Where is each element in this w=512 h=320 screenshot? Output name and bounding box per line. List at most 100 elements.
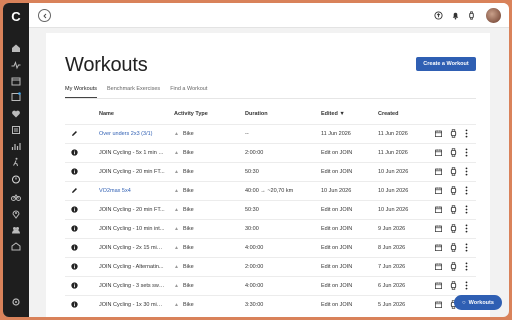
avatar[interactable] [486,8,501,23]
info-icon[interactable] [71,225,78,232]
tab-find-a-workout[interactable]: Find a Workout [170,86,207,98]
send-to-watch-icon[interactable] [450,129,457,138]
library-icon[interactable] [11,125,21,135]
bike-icon: ▲ [174,169,179,175]
send-to-watch-icon[interactable] [450,243,457,252]
app-logo[interactable]: C [9,10,23,24]
table-row[interactable]: JOIN Cycling - 20 min FT... ▲ Bike 50:30 Edi… [65,200,476,219]
location-icon[interactable] [11,209,21,219]
main-panel: Workouts Create a Workout My Workouts Be… [46,33,490,317]
health-icon[interactable] [11,109,21,119]
info-icon[interactable] [71,301,78,308]
table-row[interactable]: JOIN Cycling - Alternatin... ▲ Bike 2:00:00… [65,257,476,276]
info-icon[interactable] [71,168,78,175]
activity-type-label: Bike [182,226,194,232]
send-to-watch-icon[interactable] [450,186,457,195]
chat-icon: ○ [462,299,466,306]
schedule-calendar-icon[interactable] [435,263,442,270]
more-options-icon[interactable] [465,281,468,290]
edited-date: Edit on JOIN [321,169,353,175]
more-options-icon[interactable] [465,205,468,214]
community-icon[interactable] [11,225,21,235]
schedule-calendar-icon[interactable] [435,301,442,308]
more-options-icon[interactable] [465,129,468,138]
table-row[interactable]: JOIN Cycling - 3 sets swe... ▲ Bike 4:00:00… [65,276,476,295]
bike-icon[interactable] [11,192,21,202]
tabs-divider [65,98,476,99]
edited-date: Edit on JOIN [321,245,353,251]
bike-icon: ▲ [174,131,179,137]
send-to-watch-icon[interactable] [450,167,457,176]
more-options-icon[interactable] [465,224,468,233]
column-header-duration[interactable]: Duration [245,111,268,117]
home-icon[interactable] [11,43,21,53]
table-row[interactable]: JOIN Cycling - 10 min int... ▲ Bike 30:00 Ed… [65,219,476,238]
tab-benchmark-exercises[interactable]: Benchmark Exercises [107,86,160,98]
activity-type-label: Bike [182,150,194,156]
more-options-icon[interactable] [465,243,468,252]
table-row[interactable]: JOIN Cycling - 5x 1 min s... ▲ Bike 2:00:00… [65,143,476,162]
more-options-icon[interactable] [465,167,468,176]
info-icon[interactable] [71,263,78,270]
plan-icon[interactable] [11,92,21,102]
pencil-icon[interactable] [71,187,78,194]
table-row[interactable]: JOIN Cycling - 1x 30 min ... ▲ Bike 3:30:00… [65,295,476,314]
send-to-watch-icon[interactable] [450,205,457,214]
more-options-icon[interactable] [465,262,468,271]
more-options-icon[interactable] [465,148,468,157]
groups-icon[interactable] [11,241,21,251]
column-header-edited[interactable]: Edited ▼ [321,111,345,117]
schedule-calendar-icon[interactable] [435,130,442,137]
stats-icon[interactable] [11,141,21,151]
tabs: My Workouts Benchmark Exercises Find a W… [65,86,217,98]
send-to-watch-icon[interactable] [450,281,457,290]
table-row[interactable]: VO2max 5x4 ▲ Bike 40:00 → ~20,70 km 10 Jun 2… [65,181,476,200]
tab-my-workouts[interactable]: My Workouts [65,86,97,98]
workouts-icon[interactable] [11,174,21,184]
workouts-chat-button[interactable]: ○ Workouts [454,295,502,310]
info-icon[interactable] [71,149,78,156]
calendar-icon[interactable] [11,76,21,86]
upload-icon[interactable] [434,11,443,20]
schedule-calendar-icon[interactable] [435,168,442,175]
table-row[interactable]: Over unders 2x3 (3/1) ▲ Bike -- 11 Jun 2026 1… [65,124,476,143]
workout-name[interactable]: VO2max 5x4 [99,188,165,194]
activity-type: ▲ Bike [174,169,194,175]
table-row[interactable]: JOIN Cycling - 20 min FT... ▲ Bike 50:30 Edi… [65,162,476,181]
schedule-calendar-icon[interactable] [435,187,442,194]
schedule-calendar-icon[interactable] [435,149,442,156]
settings-icon[interactable] [11,297,21,307]
schedule-calendar-icon[interactable] [435,244,442,251]
info-icon[interactable] [71,282,78,289]
workouts-chat-label: Workouts [468,299,494,306]
send-to-watch-icon[interactable] [450,148,457,157]
bike-icon: ▲ [174,264,179,270]
send-to-watch-icon[interactable] [450,224,457,233]
duration: 50:30 [245,207,259,213]
create-workout-button[interactable]: Create a Workout [416,57,476,71]
pencil-icon[interactable] [71,130,78,137]
column-header-name[interactable]: Name [99,111,114,117]
back-button[interactable] [38,9,51,22]
column-header-activity-type[interactable]: Activity Type [174,111,208,117]
activity-type: ▲ Bike [174,188,194,194]
duration: 3:30:00 [245,302,264,308]
workout-name[interactable]: Over unders 2x3 (3/1) [99,131,165,137]
schedule-calendar-icon[interactable] [435,225,442,232]
watch-icon[interactable] [467,11,476,20]
workout-name: JOIN Cycling - Alternatin... [99,264,164,270]
chevron-left-icon [42,13,46,18]
info-icon[interactable] [71,244,78,251]
more-options-icon[interactable] [465,186,468,195]
schedule-calendar-icon[interactable] [435,206,442,213]
run-icon[interactable] [11,157,21,167]
info-icon[interactable] [71,206,78,213]
schedule-calendar-icon[interactable] [435,282,442,289]
column-header-created[interactable]: Created [378,111,398,117]
table-row[interactable]: JOIN Cycling - 2x 15 min ... ▲ Bike 4:00:00… [65,238,476,257]
created-date: 8 Jun 2026 [378,245,406,251]
send-to-watch-icon[interactable] [450,262,457,271]
edited-date: 10 Jun 2026 [321,188,352,194]
notification-icon[interactable] [451,11,460,20]
activity-icon[interactable] [11,60,21,70]
